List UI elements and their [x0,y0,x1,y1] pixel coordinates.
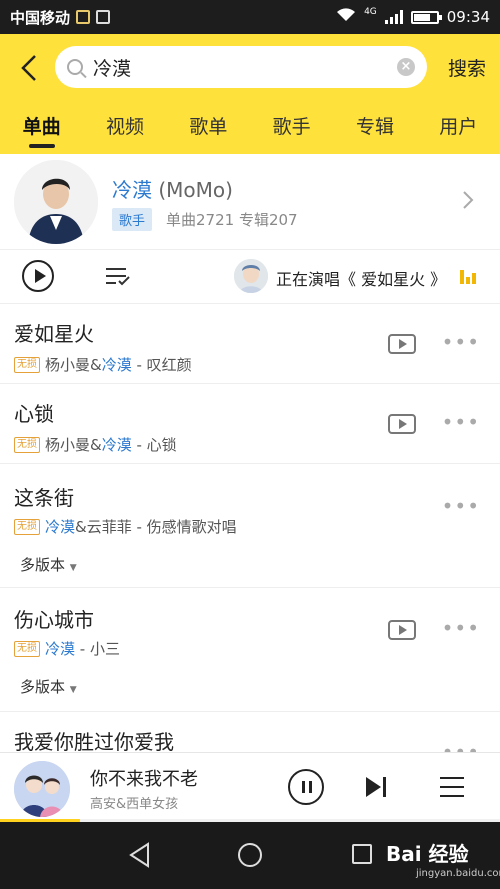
nav-home-icon[interactable] [238,843,262,867]
song-title: 爱如星火 [14,322,94,346]
singer-highlight: 冷漠 [45,518,76,536]
play-bar: 正在演唱《 爱如星火 》 [0,250,500,304]
baidu-watermark: Bai 经验 [386,842,469,866]
lossless-badge: 无损 [14,640,40,657]
next-track-icon[interactable] [364,775,388,799]
more-icon[interactable]: ••• [442,616,480,640]
tab-users[interactable]: 用户 [417,108,500,154]
search-icon [67,59,83,75]
battery-icon [410,10,442,24]
mini-player-title: 你不来我不老 [90,769,198,790]
caret-down-icon: ▼ [69,563,77,573]
pause-icon[interactable] [288,769,324,805]
singer-highlight: 冷漠 [101,436,132,454]
mv-icon[interactable] [388,334,416,354]
result-tabs: 单曲 视频 歌单 歌手 专辑 用户 [0,108,500,154]
multi-select-icon[interactable] [106,266,130,286]
artist-card[interactable]: 冷漠 (MoMo) 歌手 单曲2721 专辑207 [0,154,500,250]
song-title: 伤心城市 [14,608,94,632]
song-item[interactable]: 这条街 无损 冷漠&云菲菲 - 伤感情歌对唱 ••• 多版本 ▼ [0,464,500,588]
tab-playlists[interactable]: 歌单 [167,108,250,154]
more-icon[interactable]: ••• [442,494,480,518]
notification-icon [76,10,91,24]
versions-toggle[interactable]: 多版本 ▼ [20,676,77,697]
back-button[interactable] [12,48,46,88]
wifi-icon [336,8,356,26]
song-title: 我爱你胜过你爱我 [14,730,174,754]
mv-icon[interactable] [388,620,416,640]
play-all-icon[interactable] [22,260,54,292]
singer-highlight: 冷漠 [45,640,76,658]
clear-icon[interactable]: × [397,58,415,76]
status-bar: 中国移动 4G 09:34 [0,0,500,34]
caret-down-icon: ▼ [69,685,77,695]
song-meta: 无损 冷漠&云菲菲 - 伤感情歌对唱 [14,516,237,537]
mv-icon[interactable] [388,414,416,434]
playlist-queue-icon[interactable] [440,777,464,797]
tab-videos[interactable]: 视频 [83,108,166,154]
song-item[interactable]: 爱如星火 无损 杨小曼&冷漠 - 叹红颜 ••• [0,304,500,384]
nav-back-icon[interactable] [128,842,152,868]
singer-highlight: 冷漠 [101,356,132,374]
mini-player[interactable]: 你不来我不老 高安&西单女孩 [0,752,500,822]
mini-player-artist: 高安&西单女孩 [90,797,179,812]
search-button[interactable]: 搜索 [448,54,486,81]
now-playing-label[interactable]: 正在演唱《 爱如星火 》 [276,266,446,290]
artist-stats: 单曲2721 专辑207 [166,211,298,229]
song-meta: 无损 杨小曼&冷漠 - 叹红颜 [14,354,192,375]
carrier-label: 中国移动 [10,8,71,27]
search-box[interactable]: × [55,46,427,88]
tab-albums[interactable]: 专辑 [333,108,416,154]
search-header: × 搜索 单曲 视频 歌单 歌手 专辑 用户 [0,34,500,154]
clock: 09:34 [446,8,490,26]
nav-recent-apps-icon[interactable] [352,844,372,864]
image-notification-icon [96,10,111,24]
lossless-badge: 无损 [14,518,40,535]
more-icon[interactable]: ••• [442,330,480,354]
song-meta: 无损 冷漠 - 小三 [14,638,120,659]
artist-tag: 歌手 [112,208,153,231]
mini-player-cover[interactable] [14,761,70,817]
lossless-badge: 无损 [14,436,40,453]
song-item[interactable]: 心锁 无损 杨小曼&冷漠 - 心锁 ••• [0,384,500,464]
system-nav-bar: Bai 经验 jingyan.baidu.com [0,822,500,889]
watermark-url: jingyan.baidu.com [416,868,500,879]
network-type: 4G [364,7,377,17]
search-input[interactable] [93,56,397,78]
song-title: 这条街 [14,486,74,510]
song-meta: 无损 杨小曼&冷漠 - 心锁 [14,434,177,455]
song-item[interactable]: 伤心城市 无损 冷漠 - 小三 ••• 多版本 ▼ [0,588,500,712]
lossless-badge: 无损 [14,356,40,373]
signal-icon [384,10,403,24]
tab-songs[interactable]: 单曲 [0,108,83,154]
chevron-right-icon[interactable] [462,190,474,216]
equalizer-icon [460,268,478,284]
tab-singers[interactable]: 歌手 [250,108,333,154]
artist-name[interactable]: 冷漠 (MoMo) [112,174,233,203]
more-icon[interactable]: ••• [442,410,480,434]
artist-avatar [14,160,98,244]
song-title: 心锁 [14,402,54,426]
artist-name-en: (MoMo) [158,178,233,202]
now-playing-avatar[interactable] [234,259,268,293]
versions-toggle[interactable]: 多版本 ▼ [20,554,77,575]
